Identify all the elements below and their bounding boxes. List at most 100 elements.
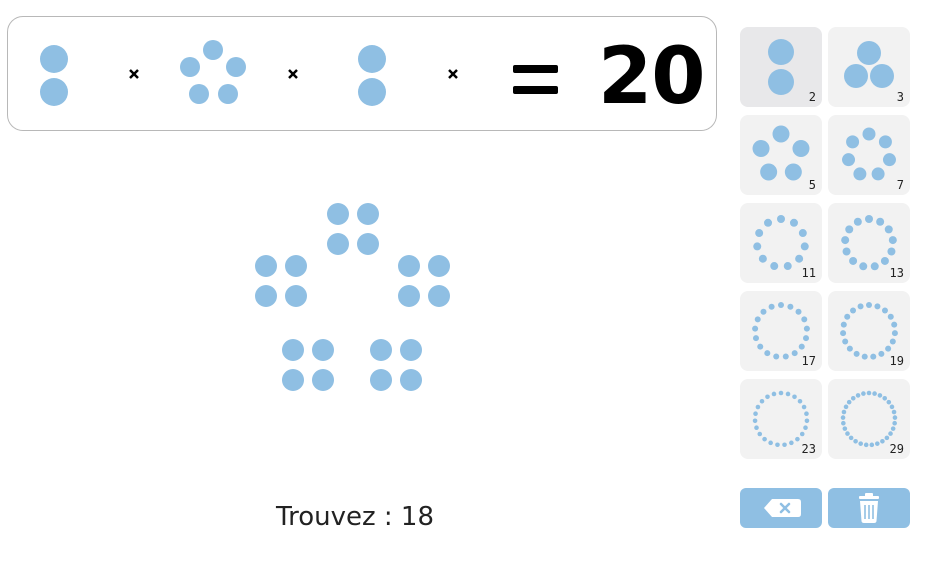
dot (327, 233, 349, 255)
prime-button-5[interactable]: 5 (740, 115, 822, 195)
dot (752, 335, 759, 342)
dot (855, 393, 861, 398)
dot (772, 125, 790, 143)
clear-button[interactable] (828, 488, 910, 528)
dot (891, 409, 897, 415)
dot (878, 350, 885, 357)
dot (768, 440, 773, 446)
dot (891, 330, 898, 337)
dot (844, 313, 851, 320)
dot (857, 303, 864, 310)
prime-button-17[interactable]: 17 (740, 291, 822, 371)
dot (841, 420, 846, 426)
prime-button-19[interactable]: 19 (828, 291, 910, 371)
dot (777, 215, 785, 223)
prime-label: 3 (896, 90, 904, 104)
dot (870, 64, 894, 88)
dot (760, 163, 778, 181)
dot (882, 153, 896, 167)
dot (858, 441, 863, 446)
dot (778, 390, 784, 396)
dot (845, 225, 854, 234)
dot (871, 167, 885, 181)
prime-button-29[interactable]: 29 (828, 379, 910, 459)
prime-button-3[interactable]: 3 (828, 27, 910, 107)
prime-label: 5 (808, 178, 816, 192)
dot (869, 442, 875, 448)
dot (892, 420, 897, 426)
times-icon (448, 69, 458, 79)
factor-two-dots[interactable] (358, 45, 386, 106)
dot (875, 441, 880, 446)
dot (773, 353, 780, 360)
dot (846, 135, 860, 149)
dot (791, 350, 798, 357)
dot-group (370, 339, 422, 391)
dot (842, 153, 856, 167)
product-visualization (255, 203, 450, 391)
times-icon (129, 69, 139, 79)
dot (778, 302, 784, 308)
dot (840, 415, 846, 420)
prime-button-23[interactable]: 23 (740, 379, 822, 459)
prime-button-2[interactable]: 2 (740, 27, 822, 107)
dot (785, 391, 791, 397)
dot (255, 255, 277, 277)
dot (782, 442, 787, 448)
dot (312, 339, 334, 361)
dot (872, 391, 877, 396)
dot (40, 78, 68, 106)
dot (428, 285, 450, 307)
dot (841, 409, 847, 415)
dot (840, 330, 847, 337)
dot (358, 78, 386, 106)
dot (892, 415, 898, 420)
backspace-button[interactable] (740, 488, 822, 528)
dot (768, 39, 794, 65)
dot (285, 285, 307, 307)
factor-five-dots[interactable] (180, 40, 246, 104)
dot (768, 303, 775, 310)
times-icon (288, 69, 298, 79)
prime-button-13[interactable]: 13 (828, 203, 910, 283)
dot (889, 338, 896, 345)
dot (803, 325, 810, 332)
target-prompt: Trouvez : 18 (276, 502, 434, 532)
trash-icon (859, 493, 879, 523)
dot (753, 411, 758, 417)
dot (792, 394, 797, 400)
dot (888, 236, 897, 245)
dot (398, 255, 420, 277)
dot (789, 440, 794, 446)
factor-two-dots[interactable] (40, 45, 68, 106)
dot (218, 84, 238, 104)
dot (846, 399, 852, 405)
dot (803, 425, 808, 431)
dot (880, 438, 885, 444)
dot (40, 45, 68, 73)
prime-button-11[interactable]: 11 (740, 203, 822, 283)
dot (357, 203, 379, 225)
dot (428, 255, 450, 277)
dot (804, 411, 809, 417)
dot (752, 140, 770, 158)
dot (189, 84, 209, 104)
dot (754, 425, 759, 431)
dot (180, 57, 200, 77)
dot (757, 431, 763, 437)
dot (798, 229, 807, 238)
dot (370, 369, 392, 391)
prime-button-7[interactable]: 7 (828, 115, 910, 195)
dot (853, 167, 867, 181)
dot (765, 394, 770, 400)
dot (400, 369, 422, 391)
prime-label: 2 (808, 90, 816, 104)
dot (843, 404, 849, 410)
dot (782, 353, 789, 360)
dot (285, 255, 307, 277)
dot (850, 307, 857, 314)
dot (877, 393, 883, 398)
dot (795, 254, 804, 263)
dot (795, 308, 802, 315)
dot (758, 254, 767, 263)
